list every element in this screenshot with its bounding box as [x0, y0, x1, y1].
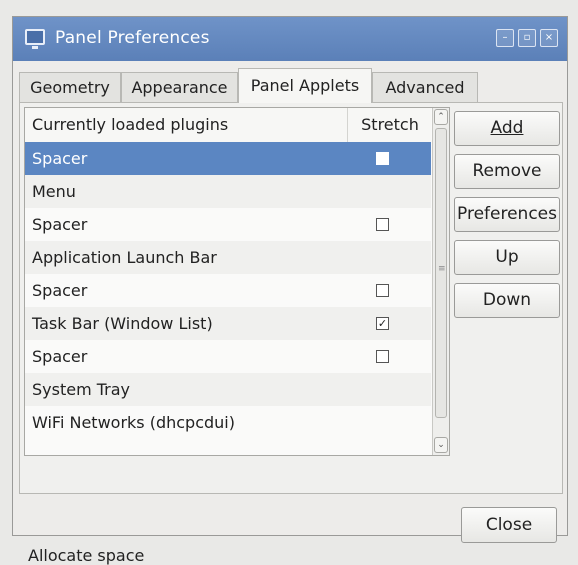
plugin-name: Spacer	[32, 347, 88, 366]
move-down-button[interactable]: Down	[454, 283, 560, 318]
add-button-label: Add	[490, 118, 524, 138]
list-item[interactable]: Spacer	[25, 208, 431, 241]
tab-geometry[interactable]: Geometry	[19, 72, 121, 102]
close-window-button[interactable]: ×	[540, 29, 558, 47]
title-bar[interactable]: Panel Preferences – ▫ ×	[13, 17, 567, 61]
panel-monitor-icon	[25, 29, 45, 49]
list-item[interactable]: System Tray	[25, 373, 431, 406]
list-item[interactable]: Spacer	[25, 340, 431, 373]
minimize-button[interactable]: –	[496, 29, 514, 47]
close-button[interactable]: Close	[461, 507, 557, 543]
plugin-name: Menu	[32, 182, 76, 201]
tab-appearance[interactable]: Appearance	[121, 72, 238, 102]
plugin-name: WiFi Networks (dhcpcdui)	[32, 413, 235, 432]
vertical-scrollbar[interactable]: ⌃ ≡ ⌄	[432, 108, 449, 455]
move-up-button[interactable]: Up	[454, 240, 560, 275]
preferences-button-label: Preferences	[457, 204, 557, 224]
column-header-stretch[interactable]: Stretch	[347, 108, 432, 142]
close-button-label: Close	[485, 515, 533, 535]
stretch-checkbox[interactable]	[376, 152, 389, 165]
tab-panel-applets[interactable]: Panel Applets	[238, 68, 372, 103]
stretch-checkbox[interactable]	[376, 350, 389, 363]
list-item[interactable]: WiFi Networks (dhcpcdui)	[25, 406, 431, 439]
window-title: Panel Preferences	[55, 28, 210, 48]
preferences-button[interactable]: Preferences	[454, 197, 560, 232]
plugin-name: System Tray	[32, 380, 131, 399]
stretch-checkbox[interactable]	[376, 284, 389, 297]
panel-applets-tab-panel: Currently loaded plugins Stretch Spacer M…	[19, 102, 563, 565]
up-button-label: Up	[495, 247, 519, 267]
add-button[interactable]: Add	[454, 111, 560, 146]
plugin-name: Spacer	[32, 149, 88, 168]
scroll-down-icon[interactable]: ⌄	[434, 437, 448, 453]
scrollbar-thumb[interactable]: ≡	[435, 128, 447, 418]
panel-preferences-window: Panel Preferences – ▫ × Geometry Appeara…	[12, 16, 568, 565]
stretch-checkbox[interactable]	[376, 218, 389, 231]
plugin-name: Spacer	[32, 215, 88, 234]
plugin-list: Currently loaded plugins Stretch Spacer M…	[24, 107, 450, 456]
maximize-button[interactable]: ▫	[518, 29, 536, 47]
status-text: Allocate space	[28, 546, 145, 565]
scroll-up-icon[interactable]: ⌃	[434, 109, 448, 125]
plugin-name: Spacer	[32, 281, 88, 300]
list-item[interactable]: Task Bar (Window List) ✓	[25, 307, 431, 340]
list-item[interactable]: Spacer	[25, 274, 431, 307]
column-header-plugins[interactable]: Currently loaded plugins	[32, 115, 228, 134]
list-item[interactable]: Menu	[25, 175, 431, 208]
remove-button[interactable]: Remove	[454, 154, 560, 189]
plugin-rows: Spacer Menu Spacer Application Launch Bar Sp…	[25, 142, 431, 439]
plugin-name: Task Bar (Window List)	[32, 314, 213, 333]
scrollbar-grip-icon: ≡	[438, 264, 446, 274]
remove-button-label: Remove	[472, 161, 542, 181]
stretch-checkbox[interactable]: ✓	[376, 317, 389, 330]
plugin-list-header: Currently loaded plugins Stretch	[25, 108, 431, 143]
list-item[interactable]: Spacer	[25, 142, 431, 175]
plugin-name: Application Launch Bar	[32, 248, 217, 267]
tab-advanced[interactable]: Advanced	[372, 72, 478, 102]
list-item[interactable]: Application Launch Bar	[25, 241, 431, 274]
down-button-label: Down	[482, 290, 532, 310]
